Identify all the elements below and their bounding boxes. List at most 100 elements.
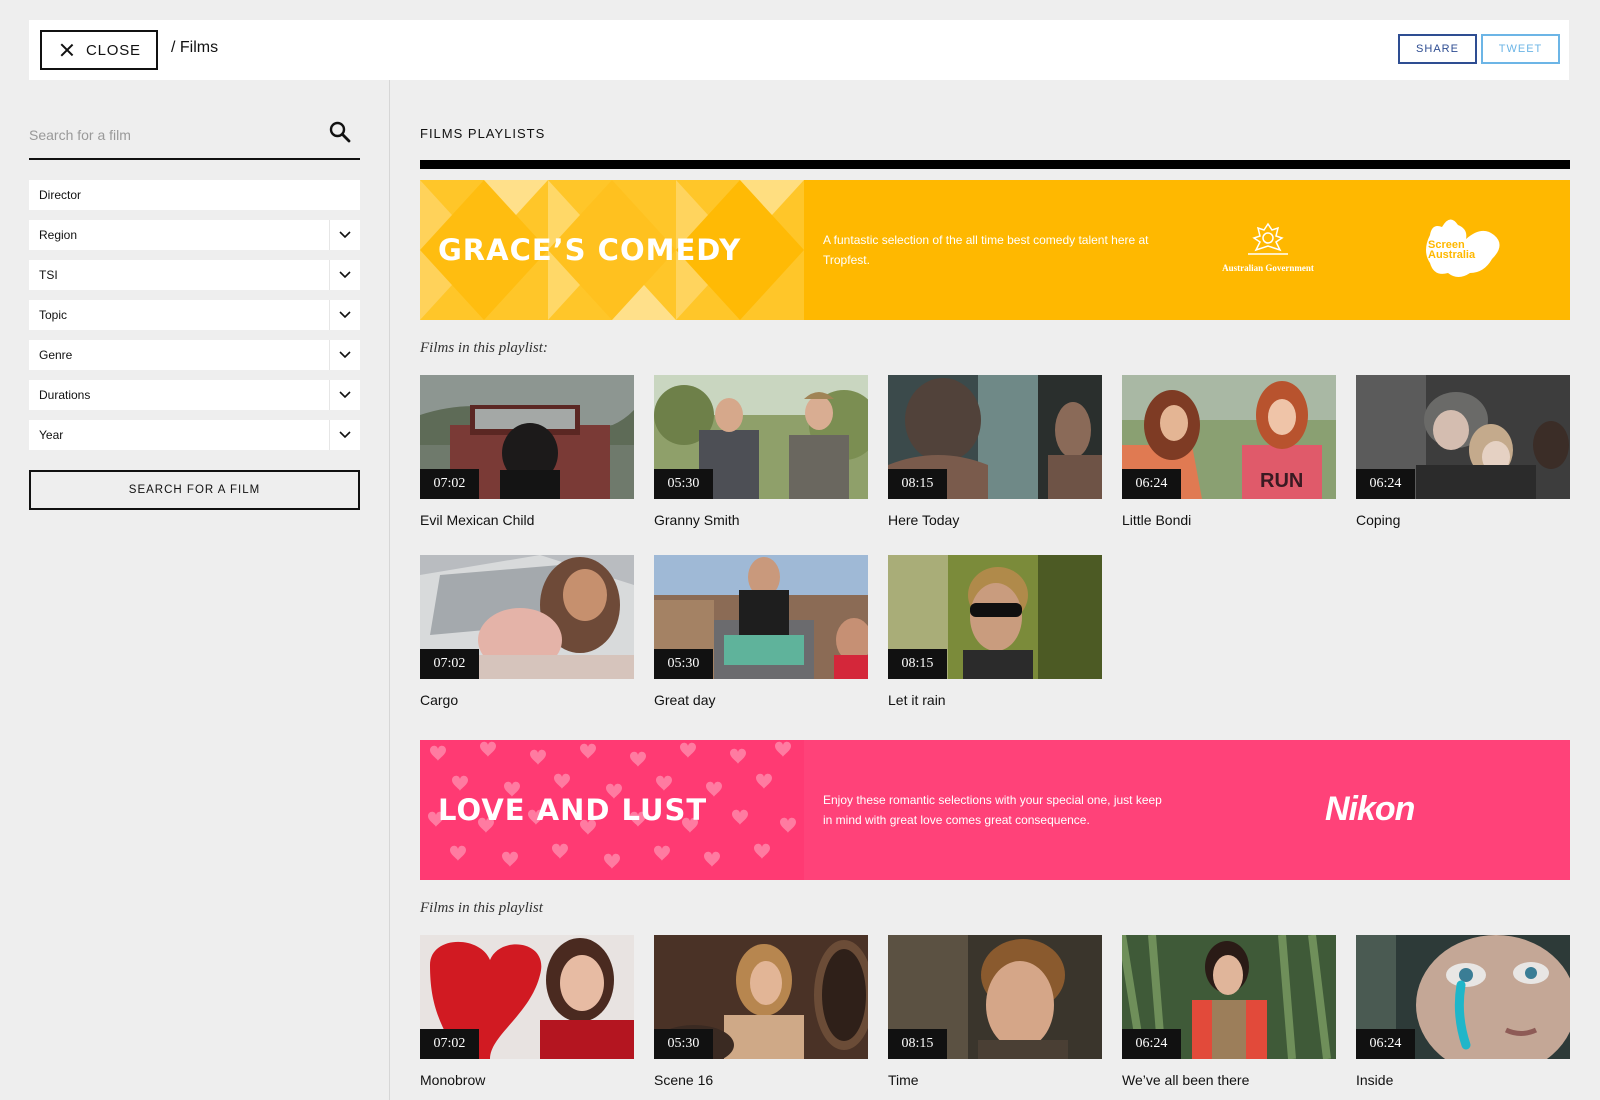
section-divider [420,160,1570,169]
duration-badge: 07:02 [420,649,479,679]
film-thumbnail[interactable]: 05:30 [654,375,868,499]
film-card[interactable]: 08:15 Here Today [888,375,1102,528]
film-thumbnail[interactable]: RUN 06:24 [1122,375,1336,499]
close-icon [60,43,74,57]
filter-genre[interactable]: Genre [29,340,360,370]
film-card[interactable]: RUN 06:24 Little Bondi [1122,375,1336,528]
film-title[interactable]: Inside [1356,1072,1570,1088]
banner-pattern: GRACE’S COMEDY [420,180,804,320]
film-title[interactable]: Great day [654,692,868,708]
duration-badge: 05:30 [654,1029,713,1059]
nikon-logo: Nikon [1325,790,1415,828]
filter-year[interactable]: Year [29,420,360,450]
film-title[interactable]: Scene 16 [654,1072,868,1088]
sidebar-divider [389,80,390,1100]
close-label: CLOSE [86,41,141,59]
film-thumbnail[interactable]: 05:30 [654,935,868,1059]
playlist-description: A funtastic selection of the all time be… [823,233,1149,267]
film-card[interactable]: 07:02 Evil Mexican Child [420,375,634,528]
duration-badge: 08:15 [888,1029,947,1059]
filter-label: Year [39,428,64,442]
screen-australia-logo: Screen Australia [1420,215,1510,285]
filter-region[interactable]: Region [29,220,360,250]
film-thumbnail[interactable]: 07:02 [420,375,634,499]
film-thumbnail[interactable]: 08:15 [888,375,1102,499]
film-card[interactable]: 06:24 Coping [1356,375,1570,528]
film-card[interactable]: 08:15 Time [888,935,1102,1088]
playlist-banner-graces-comedy[interactable]: GRACE’S COMEDY A funtastic selection of … [420,180,1570,320]
filter-label: Genre [39,348,73,362]
filter-label: Region [39,228,78,242]
filter-label: Durations [39,388,91,402]
search-icon[interactable] [328,120,352,144]
chevron-down-icon[interactable] [329,340,360,370]
film-title[interactable]: Cargo [420,692,634,708]
chevron-down-icon[interactable] [329,300,360,330]
film-title[interactable]: Evil Mexican Child [420,512,634,528]
duration-badge: 06:24 [1356,1029,1415,1059]
film-card[interactable]: 05:30 Great day [654,555,868,708]
film-thumbnail[interactable]: 06:24 [1356,935,1570,1059]
film-title[interactable]: Coping [1356,512,1570,528]
banner-pattern: LOVE AND LUST [420,740,804,880]
top-bar: CLOSE / Films SHARE TWEET [29,20,1569,80]
film-title[interactable]: Here Today [888,512,1102,528]
film-title[interactable]: Monobrow [420,1072,634,1088]
film-card[interactable]: 06:24 We’ve all been there [1122,935,1336,1088]
duration-badge: 08:15 [888,649,947,679]
film-thumbnail[interactable]: 06:24 [1356,375,1570,499]
sponsor-name: Australian Government [1222,263,1314,273]
film-title[interactable]: We’ve all been there [1122,1072,1336,1088]
playlist-title: LOVE AND LUST [438,793,708,827]
film-thumbnail[interactable]: 07:02 [420,555,634,679]
chevron-down-icon[interactable] [329,380,360,410]
australian-government-logo: Australian Government [1218,222,1318,277]
film-card[interactable]: 07:02 Cargo [420,555,634,708]
duration-badge: 06:24 [1122,1029,1181,1059]
filter-label: TSI [39,268,58,282]
duration-badge: 07:02 [420,469,479,499]
film-card[interactable]: 06:24 Inside [1356,935,1570,1088]
sponsor-name: Screen Australia [1428,239,1476,261]
duration-badge: 06:24 [1122,469,1181,499]
playlist-films-label: Films in this playlist [420,900,543,916]
film-title[interactable]: Time [888,1072,1102,1088]
playlist-title: GRACE’S COMEDY [438,233,742,267]
filter-topic[interactable]: Topic [29,300,360,330]
film-card[interactable]: 07:02 Monobrow [420,935,634,1088]
duration-badge: 08:15 [888,469,947,499]
film-title[interactable]: Little Bondi [1122,512,1336,528]
film-thumbnail[interactable]: 06:24 [1122,935,1336,1059]
filter-tsi[interactable]: TSI [29,260,360,290]
search-film-button[interactable]: SEARCH FOR A FILM [29,470,360,510]
film-thumbnail[interactable]: 05:30 [654,555,868,679]
filter-durations[interactable]: Durations [29,380,360,410]
playlist-description: Enjoy these romantic selections with you… [823,793,1162,827]
svg-text:RUN: RUN [1260,470,1303,492]
film-thumbnail[interactable]: 08:15 [888,935,1102,1059]
chevron-down-icon[interactable] [329,260,360,290]
filter-director[interactable]: Director [29,180,360,210]
playlist-films-label: Films in this playlist: [420,340,548,356]
film-card[interactable]: 08:15 Let it rain [888,555,1102,708]
filter-label: Topic [39,308,68,322]
search-box [29,112,360,160]
chevron-down-icon[interactable] [329,420,360,450]
film-thumbnail[interactable]: 08:15 [888,555,1102,679]
section-title: FILMS PLAYLISTS [420,126,546,141]
tweet-button[interactable]: TWEET [1481,34,1560,64]
film-card[interactable]: 05:30 Scene 16 [654,935,868,1088]
share-button[interactable]: SHARE [1398,34,1477,64]
film-title[interactable]: Let it rain [888,692,1102,708]
duration-badge: 06:24 [1356,469,1415,499]
breadcrumb: / Films [171,39,219,56]
film-card[interactable]: 05:30 Granny Smith [654,375,868,528]
close-button[interactable]: CLOSE [40,30,158,70]
chevron-down-icon[interactable] [329,220,360,250]
duration-badge: 07:02 [420,1029,479,1059]
playlist-banner-love-and-lust[interactable]: LOVE AND LUST Enjoy these romantic selec… [420,740,1570,880]
film-thumbnail[interactable]: 07:02 [420,935,634,1059]
film-title[interactable]: Granny Smith [654,512,868,528]
search-input[interactable] [29,122,309,148]
filter-label: Director [39,188,82,202]
